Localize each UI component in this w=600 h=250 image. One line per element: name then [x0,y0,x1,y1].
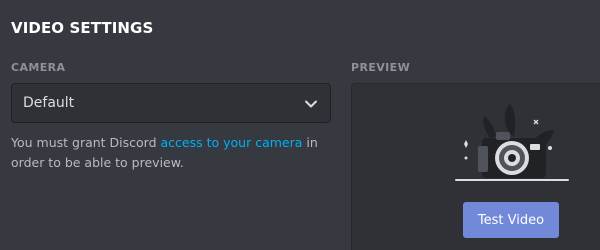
section-title: VIDEO SETTINGS [11,19,154,37]
video-settings-panel: VIDEO SETTINGS CAMERA PREVIEW Default Yo… [0,0,600,250]
camera-access-link[interactable]: access to your camera [161,135,303,150]
camera-illustration-icon [455,104,569,181]
test-video-button[interactable]: Test Video [463,202,559,238]
video-preview-box: Test Video [351,83,600,250]
camera-label: CAMERA [11,61,66,74]
camera-select[interactable]: Default [11,83,331,123]
camera-select-value: Default [23,95,75,111]
camera-permission-help: You must grant Discord access to your ca… [11,133,341,173]
help-text-prefix: You must grant Discord [11,135,161,150]
preview-label: PREVIEW [351,61,411,74]
chevron-down-icon [305,100,317,108]
